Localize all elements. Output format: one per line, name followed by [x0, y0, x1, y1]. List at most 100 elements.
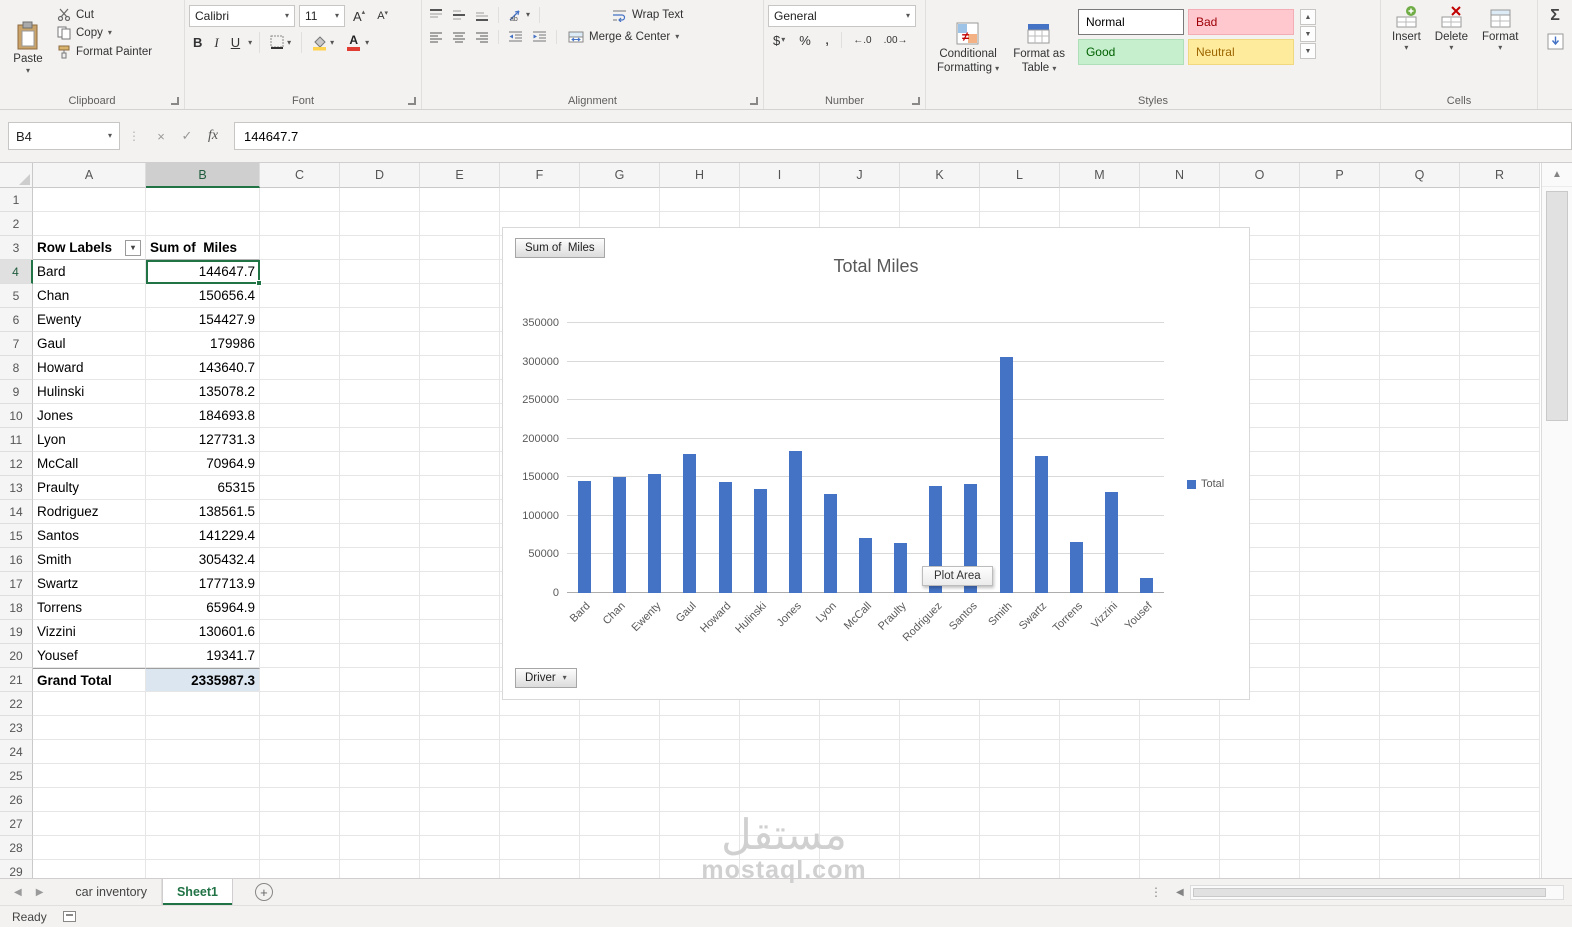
cell-F25[interactable] — [500, 764, 580, 788]
cell-C8[interactable] — [260, 356, 340, 380]
new-sheet-button[interactable]: + — [254, 883, 273, 901]
orientation-button[interactable]: ab ▾ — [505, 6, 533, 24]
cell-F23[interactable] — [500, 716, 580, 740]
cell-D22[interactable] — [340, 692, 420, 716]
chart-axis-field-button[interactable]: Driver ▾ — [515, 668, 577, 688]
cell-N1[interactable] — [1140, 188, 1220, 212]
column-header-G[interactable]: G — [580, 163, 660, 188]
cell-F1[interactable] — [500, 188, 580, 212]
cell-H27[interactable] — [660, 812, 740, 836]
cell-R29[interactable] — [1460, 860, 1540, 878]
bar-Hulinski[interactable] — [753, 488, 767, 593]
cell-B8[interactable]: 143640.7 — [146, 356, 260, 380]
cell-A9[interactable]: Hulinski — [33, 380, 146, 404]
cell-Q17[interactable] — [1380, 572, 1460, 596]
macro-record-icon[interactable] — [62, 911, 76, 922]
cell-R3[interactable] — [1460, 236, 1540, 260]
cell-E22[interactable] — [420, 692, 500, 716]
horizontal-scroll-thumb[interactable] — [1192, 887, 1547, 897]
cell-G23[interactable] — [580, 716, 660, 740]
cell-style-good[interactable]: Good — [1077, 39, 1184, 65]
cell-D12[interactable] — [340, 452, 420, 476]
cell-E28[interactable] — [420, 836, 500, 860]
cell-R17[interactable] — [1460, 572, 1540, 596]
cell-R11[interactable] — [1460, 428, 1540, 452]
cell-J25[interactable] — [820, 764, 900, 788]
cell-C19[interactable] — [260, 620, 340, 644]
cell-D1[interactable] — [340, 188, 420, 212]
cell-R6[interactable] — [1460, 308, 1540, 332]
cell-Q29[interactable] — [1380, 860, 1460, 878]
decrease-indent-button[interactable] — [505, 29, 526, 45]
cell-N28[interactable] — [1140, 836, 1220, 860]
cell-G25[interactable] — [580, 764, 660, 788]
cell-O27[interactable] — [1220, 812, 1300, 836]
cell-G29[interactable] — [580, 860, 660, 878]
cell-D23[interactable] — [340, 716, 420, 740]
cell-A23[interactable] — [33, 716, 146, 740]
cell-Q14[interactable] — [1380, 500, 1460, 524]
font-dialog-launcher[interactable] — [408, 97, 416, 105]
cell-J24[interactable] — [820, 740, 900, 764]
cell-P23[interactable] — [1300, 716, 1380, 740]
decrease-font-size-button[interactable]: A ▾ — [373, 9, 392, 23]
bar-Gaul[interactable] — [683, 454, 697, 593]
column-header-O[interactable]: O — [1220, 163, 1300, 188]
cell-Q12[interactable] — [1380, 452, 1460, 476]
cell-P16[interactable] — [1300, 548, 1380, 572]
cell-Q23[interactable] — [1380, 716, 1460, 740]
cell-E16[interactable] — [420, 548, 500, 572]
cell-D19[interactable] — [340, 620, 420, 644]
cell-A14[interactable]: Rodriguez — [33, 500, 146, 524]
cell-E12[interactable] — [420, 452, 500, 476]
format-as-table-button[interactable]: Format as Table ▾ — [1006, 3, 1072, 93]
cell-M23[interactable] — [1060, 716, 1140, 740]
cell-D24[interactable] — [340, 740, 420, 764]
cell-D13[interactable] — [340, 476, 420, 500]
cell-A4[interactable]: Bard — [33, 260, 146, 284]
cell-F27[interactable] — [500, 812, 580, 836]
vertical-scrollbar[interactable]: ▲ — [1541, 163, 1572, 878]
cell-C25[interactable] — [260, 764, 340, 788]
row-header-23[interactable]: 23 — [0, 716, 33, 740]
cell-I29[interactable] — [740, 860, 820, 878]
row-header-1[interactable]: 1 — [0, 188, 33, 212]
cell-D18[interactable] — [340, 596, 420, 620]
cell-P13[interactable] — [1300, 476, 1380, 500]
cell-C20[interactable] — [260, 644, 340, 668]
select-all-corner[interactable] — [0, 163, 33, 188]
cell-B9[interactable]: 135078.2 — [146, 380, 260, 404]
row-header-14[interactable]: 14 — [0, 500, 33, 524]
increase-decimal-button[interactable]: ←.0 — [849, 35, 875, 46]
cell-J23[interactable] — [820, 716, 900, 740]
cell-D28[interactable] — [340, 836, 420, 860]
cell-style-neutral[interactable]: Neutral — [1187, 39, 1294, 65]
cell-G26[interactable] — [580, 788, 660, 812]
accounting-format-button[interactable]: $ ▾ — [768, 33, 790, 48]
cell-C5[interactable] — [260, 284, 340, 308]
cell-A27[interactable] — [33, 812, 146, 836]
cell-Q15[interactable] — [1380, 524, 1460, 548]
cell-N29[interactable] — [1140, 860, 1220, 878]
cell-P15[interactable] — [1300, 524, 1380, 548]
chevron-down-icon[interactable]: ▾ — [248, 38, 252, 47]
cell-E11[interactable] — [420, 428, 500, 452]
cell-C3[interactable] — [260, 236, 340, 260]
cell-D25[interactable] — [340, 764, 420, 788]
row-header-24[interactable]: 24 — [0, 740, 33, 764]
cell-I1[interactable] — [740, 188, 820, 212]
align-bottom-button[interactable] — [472, 7, 492, 23]
column-header-F[interactable]: F — [500, 163, 580, 188]
cell-B6[interactable]: 154427.9 — [146, 308, 260, 332]
cell-A16[interactable]: Smith — [33, 548, 146, 572]
cell-L27[interactable] — [980, 812, 1060, 836]
gallery-scroll-down-button[interactable]: ▼ — [1299, 26, 1316, 42]
cell-E26[interactable] — [420, 788, 500, 812]
cell-C23[interactable] — [260, 716, 340, 740]
cell-D10[interactable] — [340, 404, 420, 428]
cell-B10[interactable]: 184693.8 — [146, 404, 260, 428]
cell-A29[interactable] — [33, 860, 146, 878]
wrap-text-button[interactable]: Wrap Text — [607, 7, 688, 24]
cell-P26[interactable] — [1300, 788, 1380, 812]
cell-R9[interactable] — [1460, 380, 1540, 404]
